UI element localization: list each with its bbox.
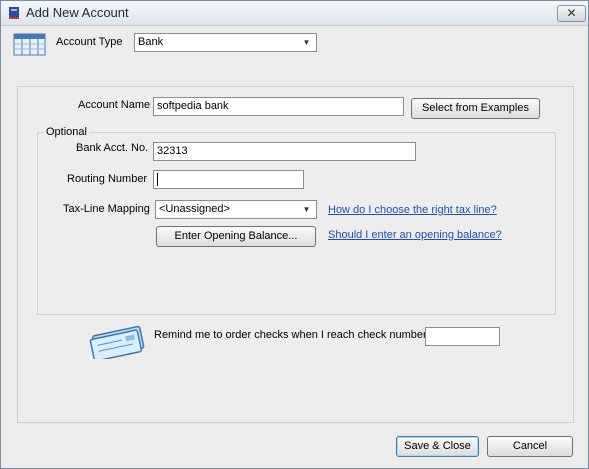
tax-line-label: Tax-Line Mapping [63, 203, 150, 215]
account-name-value: softpedia bank [157, 100, 229, 112]
chevron-down-icon: ▼ [302, 205, 311, 214]
chevron-down-icon: ▼ [302, 38, 311, 47]
optional-group-label: Optional [44, 126, 89, 138]
account-name-label: Account Name [78, 99, 151, 111]
routing-number-label: Routing Number [67, 173, 148, 185]
bank-acct-value: 32313 [157, 145, 188, 157]
opening-balance-help-link[interactable]: Should I enter an opening balance? [328, 229, 502, 241]
select-from-examples-button[interactable]: Select from Examples [411, 98, 540, 119]
account-type-label: Account Type [56, 36, 123, 48]
bank-acct-input[interactable]: 32313 [153, 142, 416, 161]
enter-opening-balance-button[interactable]: Enter Opening Balance... [156, 226, 316, 247]
title-bar: Add New Account ✕ [1, 1, 588, 26]
close-button[interactable]: ✕ [557, 5, 586, 22]
bank-acct-label: Bank Acct. No. [76, 142, 149, 154]
check-icon [89, 325, 145, 359]
ledger-icon [13, 33, 46, 56]
cancel-button[interactable]: Cancel [487, 436, 573, 457]
check-reminder-label: Remind me to order checks when I reach c… [154, 329, 427, 341]
check-number-input[interactable] [425, 327, 500, 346]
tax-line-select[interactable]: <Unassigned> ▼ [155, 200, 317, 219]
account-type-select[interactable]: Bank ▼ [134, 33, 317, 52]
save-and-close-button[interactable]: Save & Close [396, 436, 479, 457]
routing-number-input[interactable] [153, 170, 304, 189]
app-icon [9, 7, 19, 19]
tax-line-value: <Unassigned> [159, 203, 230, 215]
window-title: Add New Account [26, 5, 129, 20]
account-type-value: Bank [138, 36, 164, 48]
add-new-account-window: Add New Account ✕ Account Type Bank ▼ Ac… [0, 0, 589, 469]
text-caret [157, 173, 158, 186]
tax-line-help-link[interactable]: How do I choose the right tax line? [328, 204, 497, 216]
account-name-input[interactable]: softpedia bank [153, 97, 404, 116]
